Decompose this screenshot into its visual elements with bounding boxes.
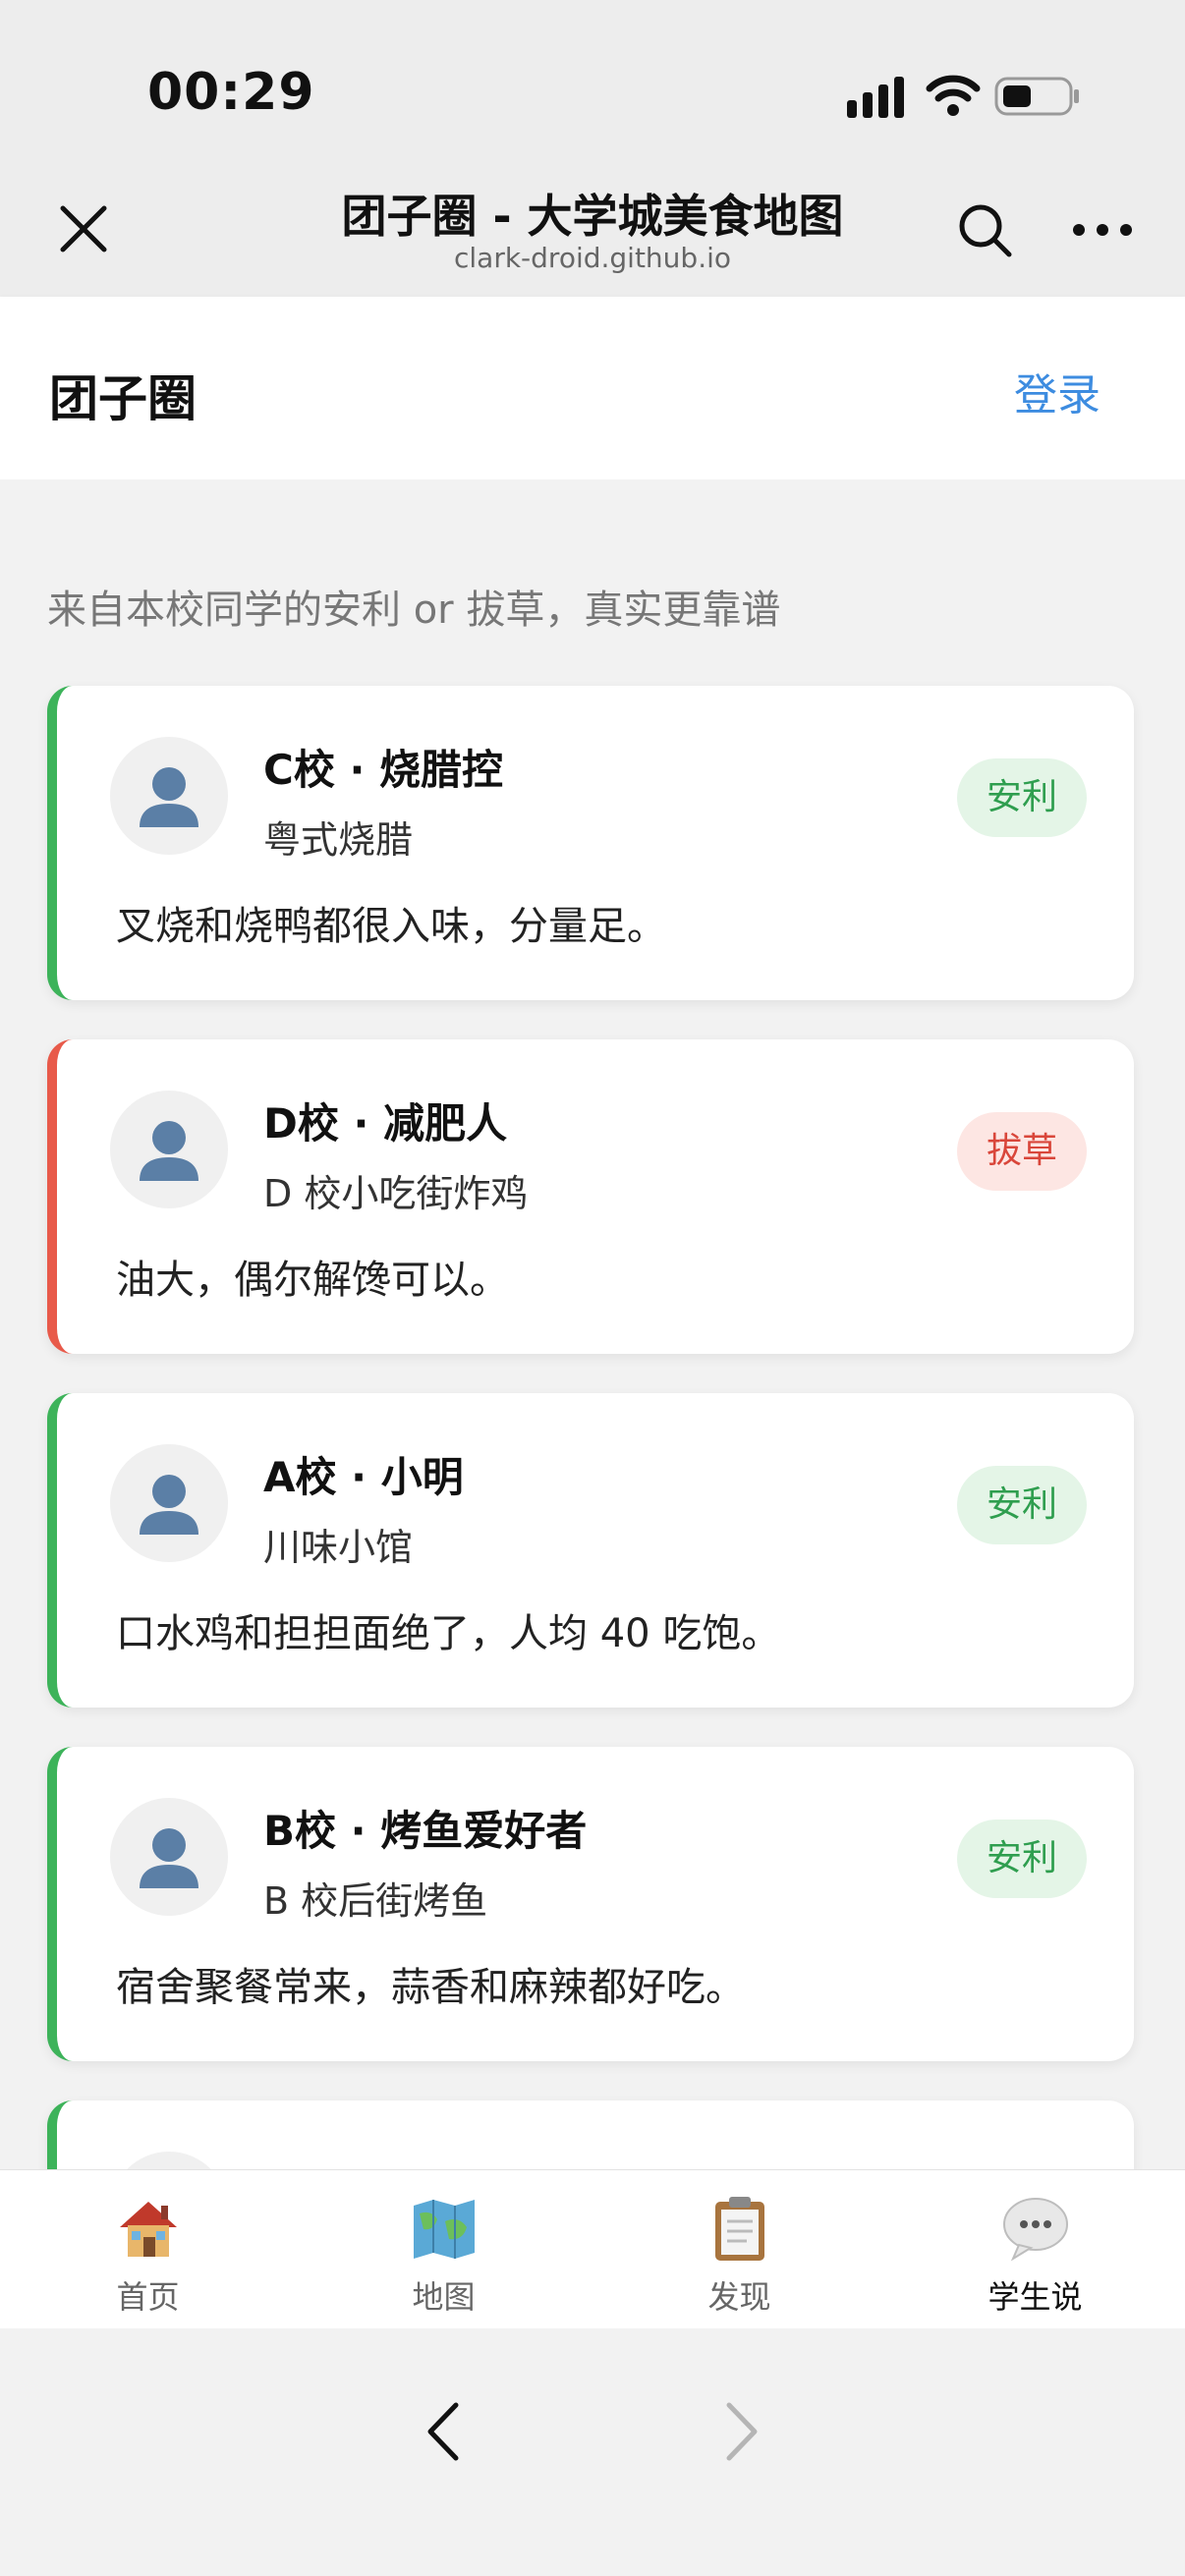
avatar — [110, 1444, 228, 1562]
tab-label: 地图 — [412, 2278, 476, 2316]
clipboard-icon — [715, 2197, 764, 2261]
status-bar: 00:29 — [0, 0, 1185, 187]
review-text: 油大，偶尔解馋可以。 — [116, 1258, 509, 1303]
review-text: 叉烧和烧鸭都很入味，分量足。 — [116, 904, 666, 949]
app-screen: 00:29 团子圈 - 大学城美食地图 clark-droid.github.i… — [0, 0, 1185, 2576]
tab-map[interactable]: 地图 — [296, 2170, 592, 2329]
speech-bubble-icon — [1003, 2198, 1068, 2262]
browser-nav-bar — [0, 2328, 1185, 2576]
cellular-signal-icon — [847, 77, 904, 118]
review-card[interactable]: D校 · 减肥人 D 校小吃街炸鸡 油大，偶尔解馋可以。 拔草 — [47, 1039, 1134, 1354]
tab-label: 发现 — [707, 2278, 771, 2316]
review-author: C校 · 烧腊控 — [263, 746, 504, 794]
tab-label: 首页 — [116, 2278, 180, 2316]
avatar — [110, 1091, 228, 1208]
user-avatar-icon — [140, 767, 198, 827]
review-card[interactable]: B校 · 烤鱼爱好者 B 校后街烤鱼 宿舍聚餐常来，蒜香和麻辣都好吃。 安利 — [47, 1747, 1134, 2061]
feed-subtitle: 来自本校同学的安利 or 拔草，真实更靠谱 — [47, 588, 781, 633]
review-place: B 校后街烤鱼 — [263, 1879, 488, 1923]
avatar — [110, 2152, 228, 2169]
review-text: 宿舍聚餐常来，蒜香和麻辣都好吃。 — [116, 1965, 745, 2010]
nav-title: 团子圈 - 大学城美食地图 — [341, 190, 844, 243]
tab-discover[interactable]: 发现 — [592, 2170, 887, 2329]
review-card[interactable]: A校 · 小明 川味小馆 口水鸡和担担面绝了，人均 40 吃饱。 安利 — [47, 1393, 1134, 1708]
review-place: 川味小馆 — [263, 1526, 414, 1569]
map-icon — [414, 2200, 475, 2259]
user-avatar-icon — [140, 1121, 198, 1181]
tab-label: 学生说 — [988, 2278, 1083, 2316]
review-author: D校 · 减肥人 — [263, 1099, 508, 1148]
tab-home[interactable]: 首页 — [0, 2170, 296, 2329]
close-icon[interactable] — [51, 196, 116, 261]
recommend-badge: 安利 — [957, 758, 1087, 837]
avatar — [110, 737, 228, 855]
login-link[interactable]: 登录 — [1014, 360, 1100, 422]
search-icon[interactable] — [955, 200, 1014, 259]
recommend-badge: 安利 — [957, 1466, 1087, 1544]
back-arrow-icon[interactable] — [419, 2397, 468, 2466]
feed-content[interactable]: 来自本校同学的安利 or 拔草，真实更靠谱 C校 · 烧腊控 粤式烧腊 叉烧和烧… — [0, 479, 1185, 2169]
forward-arrow-icon[interactable] — [717, 2397, 766, 2466]
nav-domain: clark-droid.github.io — [453, 242, 732, 274]
status-time: 00:29 — [147, 63, 315, 122]
avoid-badge: 拔草 — [957, 1112, 1087, 1191]
review-place: D 校小吃街炸鸡 — [263, 1172, 529, 1215]
page-header: 团子圈 登录 — [0, 297, 1185, 479]
tab-student-says[interactable]: 学生说 — [887, 2170, 1183, 2329]
user-avatar-icon — [140, 1475, 198, 1535]
review-text: 口水鸡和担担面绝了，人均 40 吃饱。 — [116, 1611, 781, 1656]
user-avatar-icon — [140, 1828, 198, 1888]
review-card[interactable]: C校 · 烧腊控 粤式烧腊 叉烧和烧鸭都很入味，分量足。 安利 — [47, 686, 1134, 1000]
tab-bar: 首页 地图 发现 学生说 — [0, 2169, 1185, 2328]
review-author: A校 · 小明 — [263, 1453, 464, 1501]
more-icon[interactable] — [1071, 210, 1134, 250]
review-author: B校 · 烤鱼爱好者 — [263, 1807, 588, 1855]
wifi-icon — [926, 75, 981, 116]
avatar — [110, 1798, 228, 1916]
house-icon — [120, 2202, 177, 2257]
page-title: 团子圈 — [49, 370, 197, 427]
recommend-badge: 安利 — [957, 1820, 1087, 1898]
review-place: 粤式烧腊 — [263, 818, 414, 862]
battery-icon — [994, 77, 1079, 116]
review-card-partial[interactable] — [47, 2100, 1134, 2169]
